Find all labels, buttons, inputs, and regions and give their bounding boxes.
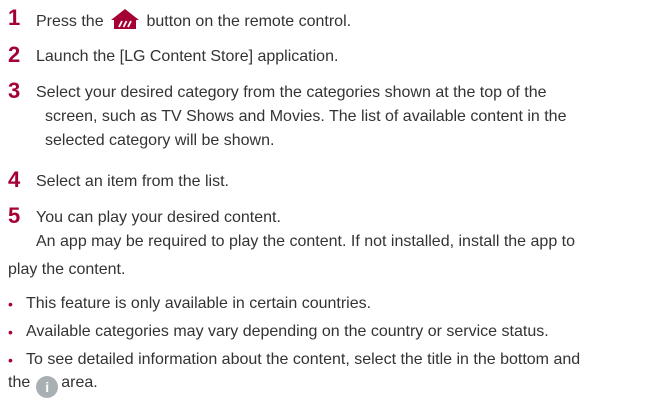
note-text: To see detailed information about the co… (26, 351, 581, 368)
step-text-line: An app may be required to play the conte… (36, 233, 576, 250)
step-text-line: selected category will be shown. (45, 132, 275, 149)
note-text: Available categories may vary depending … (26, 323, 549, 340)
step-number: 4 (8, 167, 21, 192)
step-text: Select an item from the list. (36, 173, 229, 190)
note-text: This feature is only available in certai… (26, 295, 372, 312)
step-number: 3 (8, 78, 21, 103)
bullet-icon: • (8, 352, 13, 368)
instructions-page: 1 Press the button on the remote control… (0, 0, 654, 398)
step-text-line: play the content. (8, 261, 126, 278)
home-icon (111, 9, 140, 29)
note-text: the (8, 374, 31, 391)
step-text-line: You can play your desired content. (36, 209, 281, 226)
step-number: 5 (8, 203, 21, 228)
step-text-line: screen, such as TV Shows and Movies. The… (45, 108, 567, 125)
step-text: Press the (36, 13, 104, 30)
bullet-icon: • (8, 296, 13, 312)
step-text: button on the remote control. (146, 13, 352, 30)
step-number: 2 (8, 42, 21, 67)
step-number: 1 (8, 5, 21, 30)
step-text-line: Select your desired category from the ca… (36, 84, 547, 101)
bullet-icon: • (8, 324, 13, 340)
step-text: Launch the [LG Content Store] applicatio… (36, 48, 339, 65)
note-text: area. (61, 374, 98, 391)
